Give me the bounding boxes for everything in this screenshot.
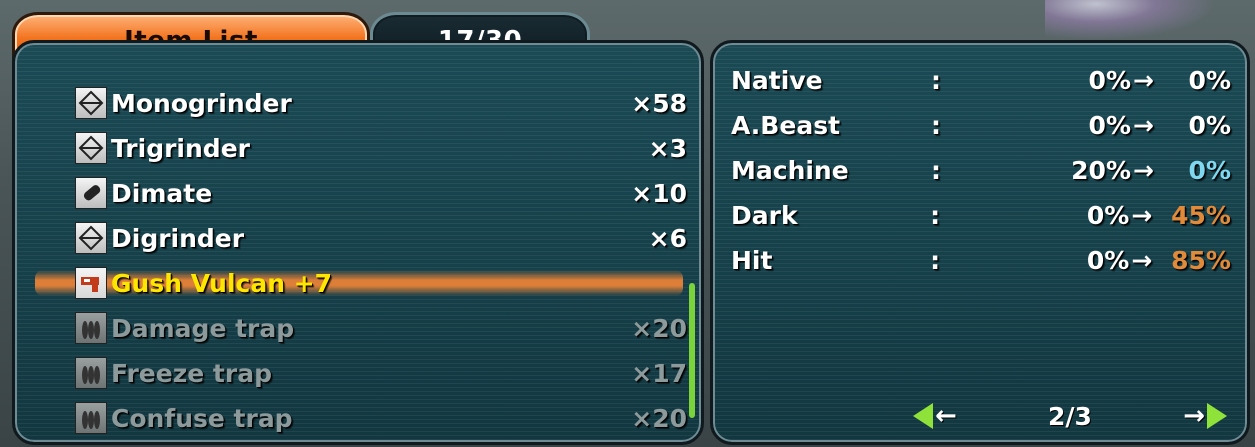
item-qty: ×6 [648,223,687,253]
stat-colon: : [931,65,941,95]
item-name: Gush Vulcan +7 [111,268,333,298]
stat-new: 0% [1188,155,1231,185]
item-qty: ×58 [631,88,687,118]
triangle-left-icon [913,403,933,429]
page-navigator: ← 2/3 → [913,396,1227,436]
stat-new: 85% [1171,245,1231,275]
next-page-button[interactable]: → [1181,401,1227,431]
trap-icon [75,357,107,389]
stat-label: Hit [731,245,773,275]
page-indicator: 2/3 [1048,401,1092,431]
stat-row-machine: Machine : 20% → 0% [731,150,1231,190]
list-item[interactable]: Freeze trap ×17 [75,353,687,393]
arrow-right-icon: → [1133,155,1154,185]
arrow-right-icon: → [1131,245,1153,275]
stat-current: 0% [1086,245,1130,275]
trap-icon [75,312,107,344]
stat-colon: : [930,245,941,275]
stat-label: A.Beast [731,110,841,140]
stat-label: Machine [731,155,849,185]
item-name: Confuse trap [111,403,293,433]
item-qty: ×10 [631,178,687,208]
list-item-selected[interactable]: Gush Vulcan +7 [75,263,687,303]
stat-current: 0% [1088,65,1131,95]
arrow-right-icon: → [1131,200,1153,230]
stats-panel: Native : 0% → 0% A.Beast : 0% → 0% Machi… [710,40,1250,445]
stat-label: Native [731,65,823,95]
background-scene [1045,0,1215,40]
list-item[interactable]: Digrinder ×6 [75,218,687,258]
list-item[interactable]: Trigrinder ×3 [75,128,687,168]
item-qty: ×3 [648,133,687,163]
gun-icon [75,267,107,299]
item-name: Damage trap [111,313,295,343]
trap-icon [75,402,107,434]
stat-current: 0% [1086,200,1130,230]
stat-new: 0% [1188,65,1231,95]
item-name: Trigrinder [111,133,250,163]
arrow-right-icon: → [1133,110,1154,140]
grinder-icon [75,222,107,254]
arrow-left-icon: ← [935,401,957,431]
stat-colon: : [931,110,941,140]
triangle-right-icon [1206,403,1227,429]
item-name: Monogrinder [111,88,292,118]
list-item[interactable]: Damage trap ×20 [75,308,687,348]
stat-row-native: Native : 0% → 0% [731,60,1231,100]
stat-current: 0% [1088,110,1131,140]
stat-current: 20% [1071,155,1131,185]
item-name: Freeze trap [111,358,272,388]
stat-row-hit: Hit : 0% → 85% [731,240,1231,280]
stat-row-abeast: A.Beast : 0% → 0% [731,105,1231,145]
dimate-icon [75,177,107,209]
prev-page-button[interactable]: ← [913,401,959,431]
list-item[interactable]: Dimate ×10 [75,173,687,213]
stat-colon: : [930,200,941,230]
stat-colon: : [931,155,941,185]
stat-new: 45% [1171,200,1231,230]
item-list-panel: Monogrinder ×58 Trigrinder ×3 Dimate ×10… [12,40,704,445]
stat-label: Dark [731,200,798,230]
list-item[interactable]: Monogrinder ×58 [75,83,687,123]
arrow-right-icon: → [1133,65,1154,95]
stat-row-dark: Dark : 0% → 45% [731,195,1231,235]
arrow-right-icon: → [1183,401,1205,431]
item-qty: ×20 [631,313,687,343]
item-qty: ×17 [631,358,687,388]
item-qty: ×20 [631,403,687,433]
item-name: Dimate [111,178,213,208]
grinder-icon [75,132,107,164]
grinder-icon [75,87,107,119]
stat-new: 0% [1188,110,1231,140]
list-scrollbar[interactable] [689,283,695,418]
list-item[interactable]: Confuse trap ×20 [75,398,687,438]
item-name: Digrinder [111,223,245,253]
